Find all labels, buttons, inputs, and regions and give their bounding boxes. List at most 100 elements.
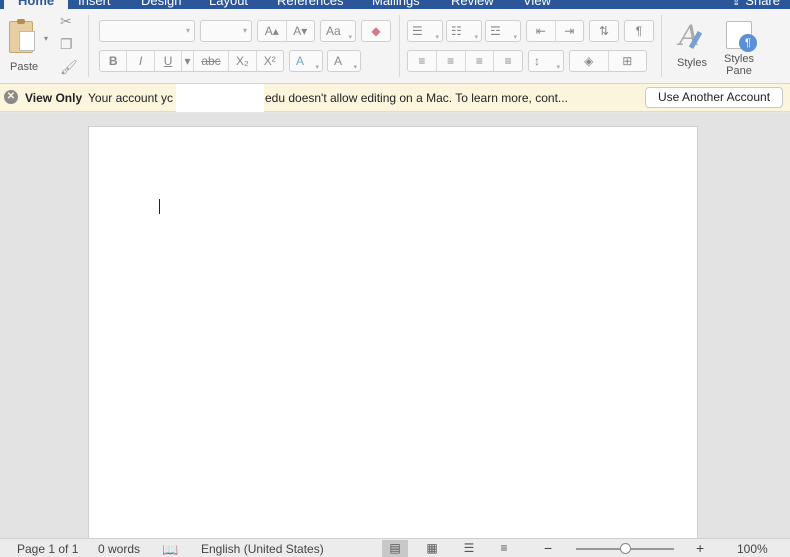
line-spacing-button[interactable]: ↕ ▾ [528,50,564,72]
text-effects-button[interactable]: A ▾ [289,50,323,72]
alignment-buttons: ≡ ≡ ≡ ≡ [407,50,523,72]
tab-layout[interactable]: Layout [209,0,248,8]
paste-button[interactable]: ▾ Paste [6,17,48,77]
borders-icon[interactable]: ⊞ [609,51,647,71]
outline-view-icon[interactable]: ☰ [456,540,482,557]
tab-references[interactable]: References [277,0,343,8]
shading-icon[interactable]: ◈ [570,51,609,71]
increase-indent-icon[interactable]: ⇥ [556,21,584,41]
cut-icon[interactable]: ✂ [60,13,72,30]
decrease-indent-icon[interactable]: ⇤ [527,21,556,41]
tab-design[interactable]: Design [141,0,181,8]
align-right-icon[interactable]: ≡ [466,51,495,71]
group-divider [399,15,400,77]
sort-icon: ⇅ [598,24,610,38]
change-case-button[interactable]: Aa ▾ [320,20,356,42]
zoom-slider-thumb[interactable] [620,543,631,554]
grow-font-button[interactable]: A▴ [258,21,287,41]
ribbon-tab-bar: Home Insert Design Layout References Mai… [0,0,790,9]
chevron-down-icon: ▾ [315,64,319,71]
share-icon: ⇪ [730,0,746,8]
tab-home[interactable]: Home [4,0,69,9]
show-formatting-button[interactable]: ¶ [624,20,654,42]
group-divider [88,15,89,77]
styles-pane-label-2: Pane [726,65,752,77]
text-cursor [159,199,160,214]
chevron-down-icon: ▾ [353,64,357,71]
multilevel-list-icon: ☲ [490,24,501,38]
chevron-down-icon: ▾ [348,34,352,41]
eraser-icon: ◆ [371,24,381,38]
page-count[interactable]: Page 1 of 1 [17,542,78,556]
share-button[interactable]: ⇪ Share [731,0,780,9]
chevron-down-icon: ▾ [435,34,439,41]
styles-pane-icon: ¶ [726,21,757,52]
group-divider [661,15,662,77]
paste-label: Paste [10,61,39,73]
font-size-grow-shrink: A▴ A▾ [257,20,315,42]
multilevel-list-button[interactable]: ☲ ▾ [485,20,521,42]
format-painter-icon[interactable]: 🖌 [60,59,78,76]
copy-icon[interactable]: ❐ [60,36,73,53]
zoom-out-button[interactable]: − [544,540,552,556]
document-page[interactable] [88,126,698,546]
pilcrow-icon: ¶ [635,24,643,38]
tab-insert[interactable]: Insert [78,0,111,8]
bullets-button[interactable]: ☰ ▾ [407,20,443,42]
align-center-icon[interactable]: ≡ [437,51,466,71]
clipboard-icon [9,19,35,53]
chevron-down-icon[interactable]: ▾ [44,34,48,43]
chevron-down-icon: ▾ [185,26,190,35]
styles-pane-button[interactable]: ¶ Styles Pane [717,17,761,77]
strikethrough-button[interactable]: abc [194,51,230,71]
font-name-combo[interactable]: ▾ [99,20,195,42]
web-layout-icon[interactable]: ▦ [419,540,445,557]
proofing-icon[interactable]: 📖 [162,542,178,557]
bold-button[interactable]: B [100,51,128,71]
indent-buttons: ⇤ ⇥ [526,20,584,42]
numbering-button[interactable]: ☷ ▾ [446,20,482,42]
underline-options-button[interactable]: ▾ [182,51,194,71]
align-left-icon[interactable]: ≡ [408,51,437,71]
tab-review[interactable]: Review [451,0,494,8]
bullet-list-icon: ☰ [412,24,423,38]
language-status[interactable]: English (United States) [201,542,324,556]
zoom-in-button[interactable]: + [696,540,704,556]
italic-button[interactable]: I [127,51,155,71]
status-bar: Page 1 of 1 0 words 📖 English (United St… [0,538,790,557]
zoom-level[interactable]: 100% [737,542,768,556]
view-only-message-bar: ✕ View Only Your account yc edu doesn't … [0,84,790,112]
redacted-region [176,84,264,112]
font-style-buttons: B I U ▾ abc X₂ X² [99,50,284,72]
styles-icon: A [675,19,709,52]
styles-gallery-button[interactable]: A Styles [670,19,714,69]
message-text: Your account yc [88,91,173,105]
word-count[interactable]: 0 words [98,542,140,556]
draft-view-icon[interactable]: ≡ [491,540,517,557]
justify-icon[interactable]: ≡ [494,51,522,71]
line-spacing-icon: ↕ [534,54,540,68]
shading-borders-buttons: ◈ ⊞ [569,50,647,72]
font-size-combo[interactable]: ▾ [200,20,252,42]
numbered-list-icon: ☷ [451,24,462,38]
print-layout-icon[interactable]: ▤ [382,540,408,557]
use-another-account-button[interactable]: Use Another Account [645,87,783,108]
ribbon-home: ▾ Paste ✂ ❐ 🖌 ▾ ▾ A▴ A▾ Aa ▾ ◆ B I U ▾ ab… [0,9,790,84]
font-color-button[interactable]: A ▾ [327,50,361,72]
chevron-down-icon: ▾ [242,26,247,35]
tab-mailings[interactable]: Mailings [372,0,420,8]
shrink-font-button[interactable]: A▾ [287,21,315,41]
chevron-down-icon: ▾ [556,64,560,71]
styles-pane-label: Styles [724,53,754,65]
superscript-button[interactable]: X² [257,51,283,71]
chevron-down-icon: ▾ [513,34,517,41]
underline-button[interactable]: U [155,51,183,71]
clear-formatting-button[interactable]: ◆ [361,20,391,42]
subscript-button[interactable]: X₂ [229,51,257,71]
chevron-down-icon: ▾ [474,34,478,41]
close-icon[interactable]: ✕ [4,90,18,104]
sort-button[interactable]: ⇅ [589,20,619,42]
tab-view[interactable]: View [523,0,551,8]
message-text-continued: edu doesn't allow editing on a Mac. To l… [265,91,568,105]
message-title: View Only [25,91,83,105]
